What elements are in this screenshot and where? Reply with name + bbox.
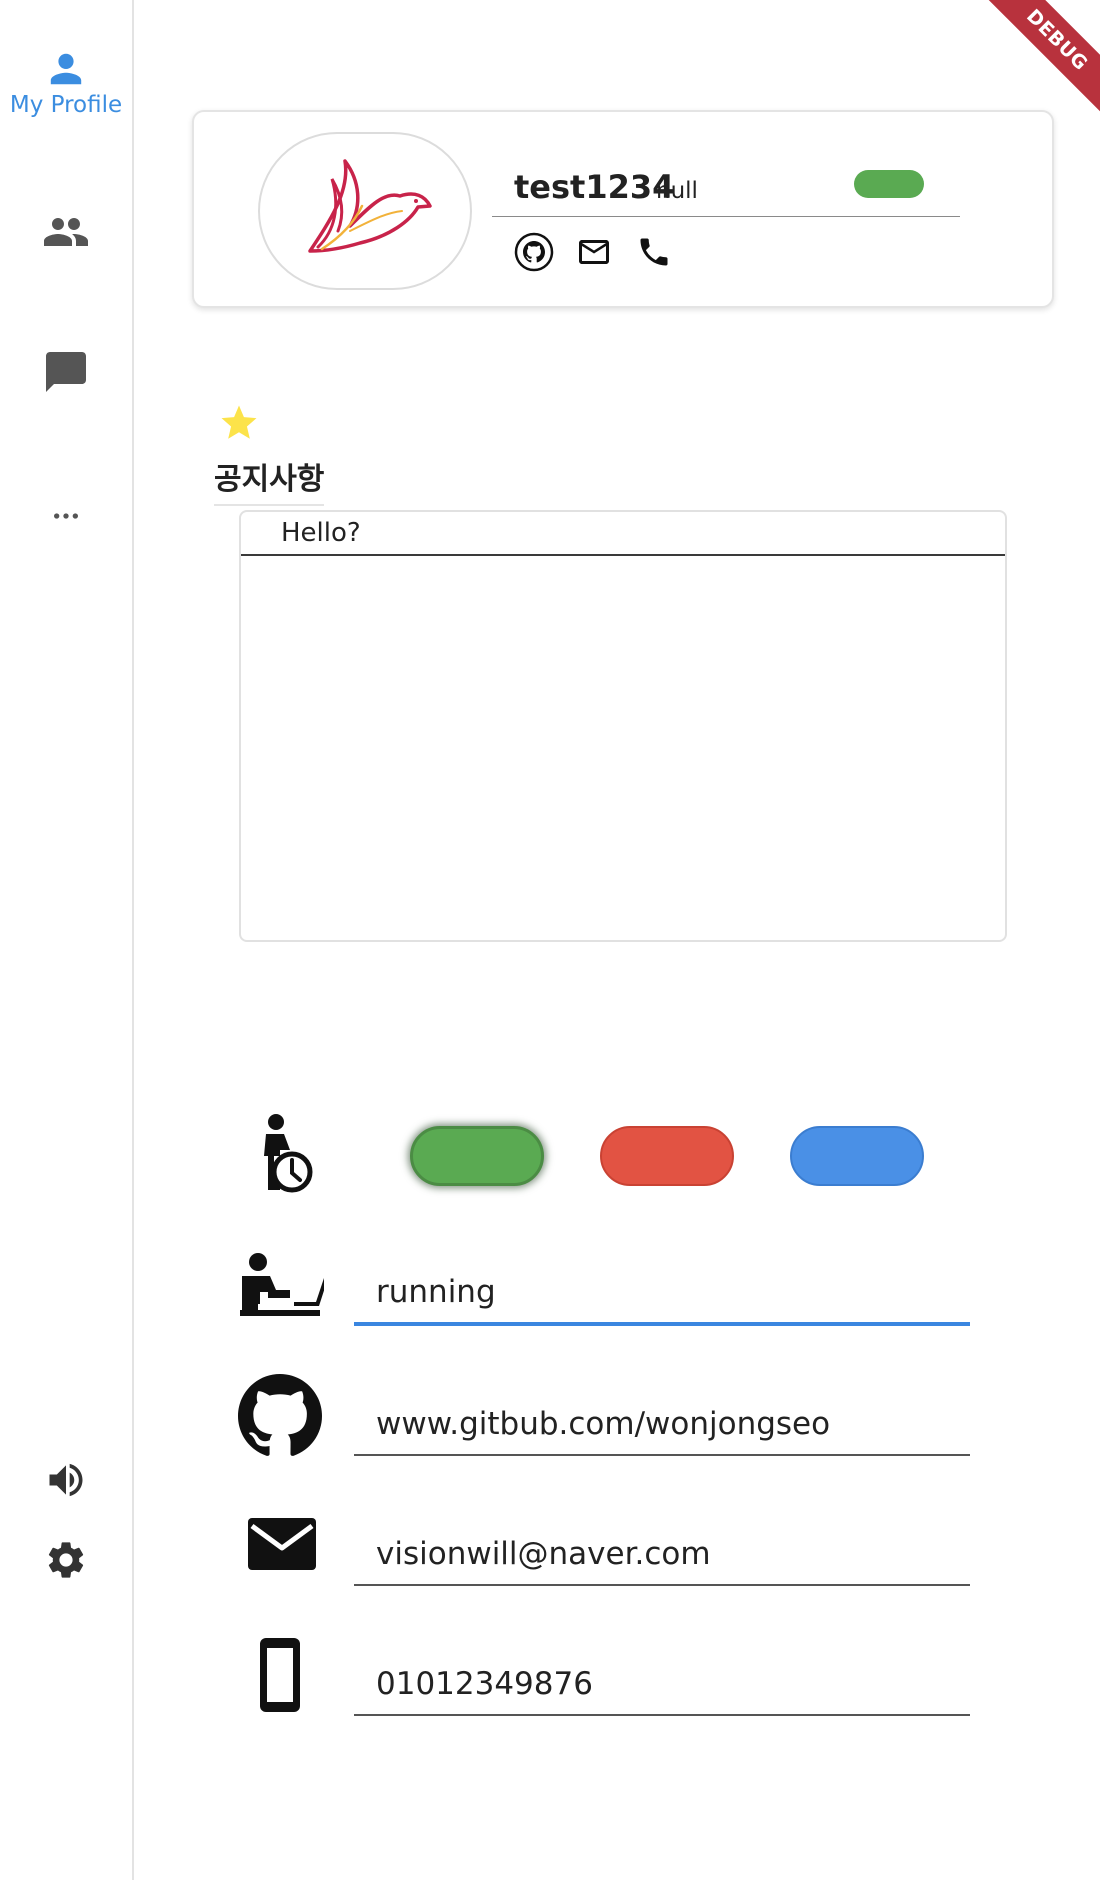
phone-icon[interactable] [634, 232, 674, 272]
profile-status: null [656, 178, 698, 204]
github-icon[interactable] [514, 232, 554, 272]
nav-my-profile-label: My Profile [9, 92, 123, 118]
nav-chat[interactable] [0, 348, 132, 396]
person-laptop-icon [238, 1252, 328, 1325]
profile-name: test1234 [514, 168, 675, 206]
volume-icon [49, 1463, 83, 1497]
status-indicator [854, 170, 924, 198]
mail-large-icon [238, 1512, 322, 1581]
notice-input[interactable]: Hello? [241, 512, 1005, 556]
person-icon [50, 53, 82, 85]
status-blue-button[interactable] [790, 1126, 924, 1186]
more-horizontal-icon [54, 513, 78, 519]
mail-icon[interactable] [574, 232, 614, 272]
status-green-button[interactable] [410, 1126, 544, 1186]
github-value: www.gitbub.com/wonjongseo [376, 1406, 831, 1442]
phone-value: 01012349876 [376, 1666, 593, 1702]
email-field[interactable]: visionwill@naver.com [354, 1522, 970, 1586]
status-red-button[interactable] [600, 1126, 734, 1186]
notice-box: Hello? [239, 510, 1007, 942]
notice-title: 공지사항 [214, 454, 325, 506]
chat-icon [46, 352, 86, 392]
bird-logo-icon [308, 159, 432, 253]
nav-friends[interactable] [0, 208, 132, 256]
avatar[interactable] [258, 132, 472, 290]
contact-icons [514, 232, 674, 272]
profile-divider [492, 216, 960, 217]
nav-more[interactable] [0, 500, 132, 532]
person-clock-icon [258, 1112, 322, 1203]
phone-field[interactable]: 01012349876 [354, 1652, 970, 1716]
smartphone-icon [238, 1636, 322, 1719]
email-value: visionwill@naver.com [376, 1536, 711, 1572]
activity-value: running [376, 1274, 496, 1310]
profile-card: test1234 null [192, 110, 1054, 308]
people-icon [44, 218, 88, 246]
github-large-icon [238, 1374, 322, 1463]
activity-field[interactable]: running [354, 1262, 970, 1326]
nav-my-profile[interactable]: My Profile [0, 50, 132, 118]
nav-volume[interactable] [0, 1458, 132, 1502]
nav-settings[interactable] [0, 1538, 132, 1582]
settings-icon [48, 1542, 84, 1578]
sidebar: My Profile [0, 0, 134, 1880]
github-field[interactable]: www.gitbub.com/wonjongseo [354, 1392, 970, 1456]
star-icon [217, 402, 261, 449]
